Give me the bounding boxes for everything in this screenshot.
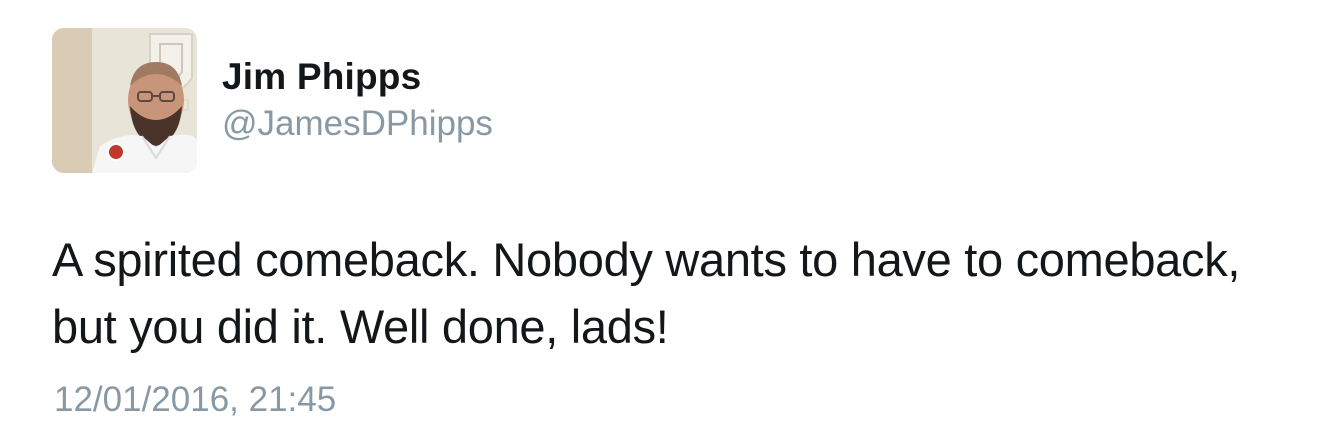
tweet-timestamp[interactable]: 12/01/2016, 21:45 [54,380,336,420]
profile-photo-icon [52,28,197,173]
tweet-text-line: but you did it. Well done, lads! [52,300,669,353]
author-avatar[interactable] [52,28,197,173]
author-display-name[interactable]: Jim Phipps [222,56,421,98]
tweet-card: Jim Phipps @JamesDPhipps A spirited come… [0,0,1344,431]
author-handle[interactable]: @JamesDPhipps [222,104,493,144]
tweet-text: A spirited comeback. Nobody wants to hav… [52,226,1337,360]
tweet-text-line: A spirited comeback. Nobody wants to hav… [52,233,1241,286]
